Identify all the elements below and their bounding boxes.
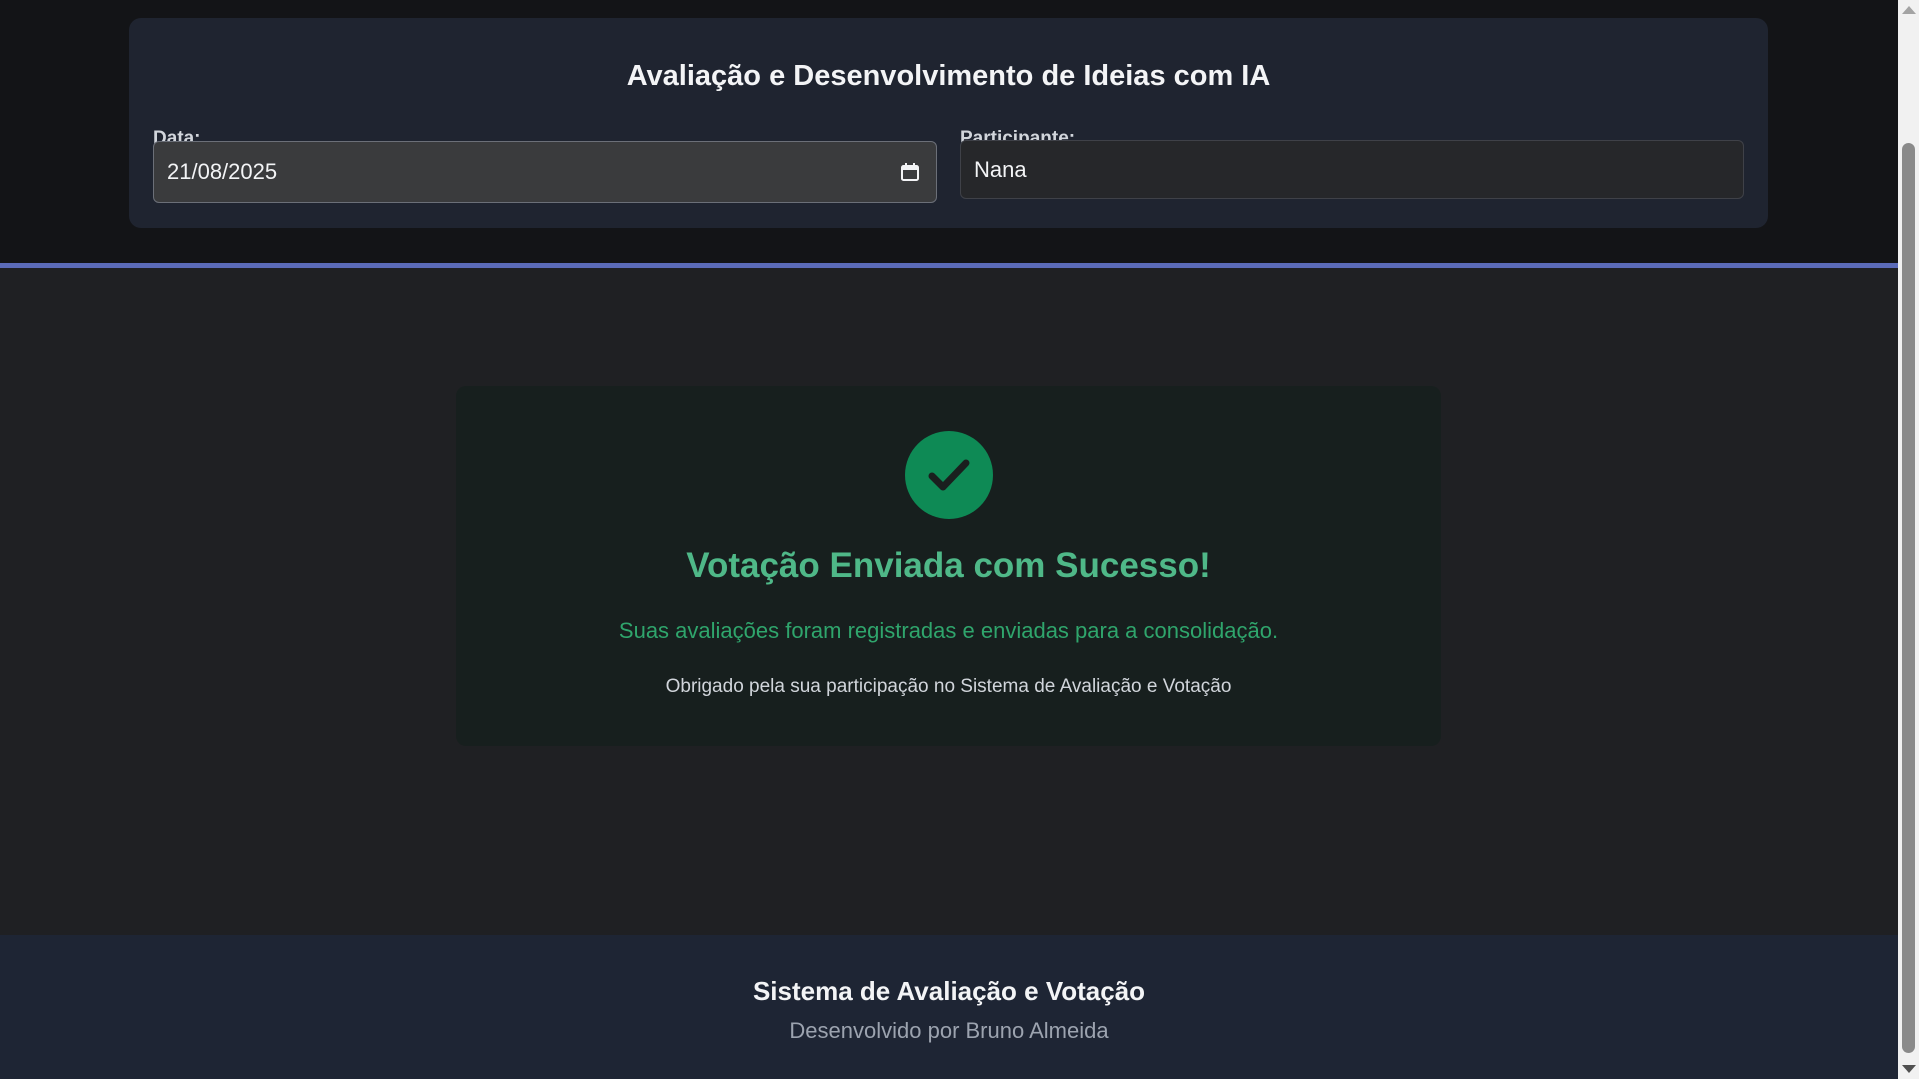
date-field[interactable]: 21/08/2025	[153, 141, 937, 203]
date-value: 21/08/2025	[167, 159, 278, 184]
scroll-down-arrow-icon[interactable]	[1902, 1065, 1916, 1073]
scroll-up-arrow-icon[interactable]	[1902, 6, 1916, 14]
participant-value: Nana	[974, 156, 1027, 182]
footer: Sistema de Avaliação e Votação Desenvolv…	[0, 935, 1898, 1079]
success-card: Votação Enviada com Sucesso! Suas avalia…	[456, 386, 1441, 746]
success-title: Votação Enviada com Sucesso!	[686, 546, 1211, 585]
thanks-message: Obrigado pela sua participação no Sistem…	[665, 676, 1232, 697]
footer-credit: Desenvolvido por Bruno Almeida	[789, 1018, 1109, 1043]
header-divider	[0, 263, 1898, 268]
header-card: Avaliação e Desenvolvimento de Ideias co…	[129, 18, 1768, 228]
page: Avaliação e Desenvolvimento de Ideias co…	[0, 0, 1898, 1079]
page-title: Avaliação e Desenvolvimento de Ideias co…	[626, 60, 1271, 92]
footer-title: Sistema de Avaliação e Votação	[752, 976, 1146, 1006]
check-circle-icon	[905, 431, 993, 519]
success-message: Suas avaliações foram registradas e envi…	[618, 618, 1279, 643]
participant-field[interactable]: Nana	[960, 140, 1744, 199]
scroll-thumb[interactable]	[1902, 143, 1915, 1053]
vertical-scrollbar[interactable]	[1898, 0, 1919, 1079]
header-band: Avaliação e Desenvolvimento de Ideias co…	[0, 0, 1898, 264]
calendar-icon[interactable]	[900, 162, 920, 182]
